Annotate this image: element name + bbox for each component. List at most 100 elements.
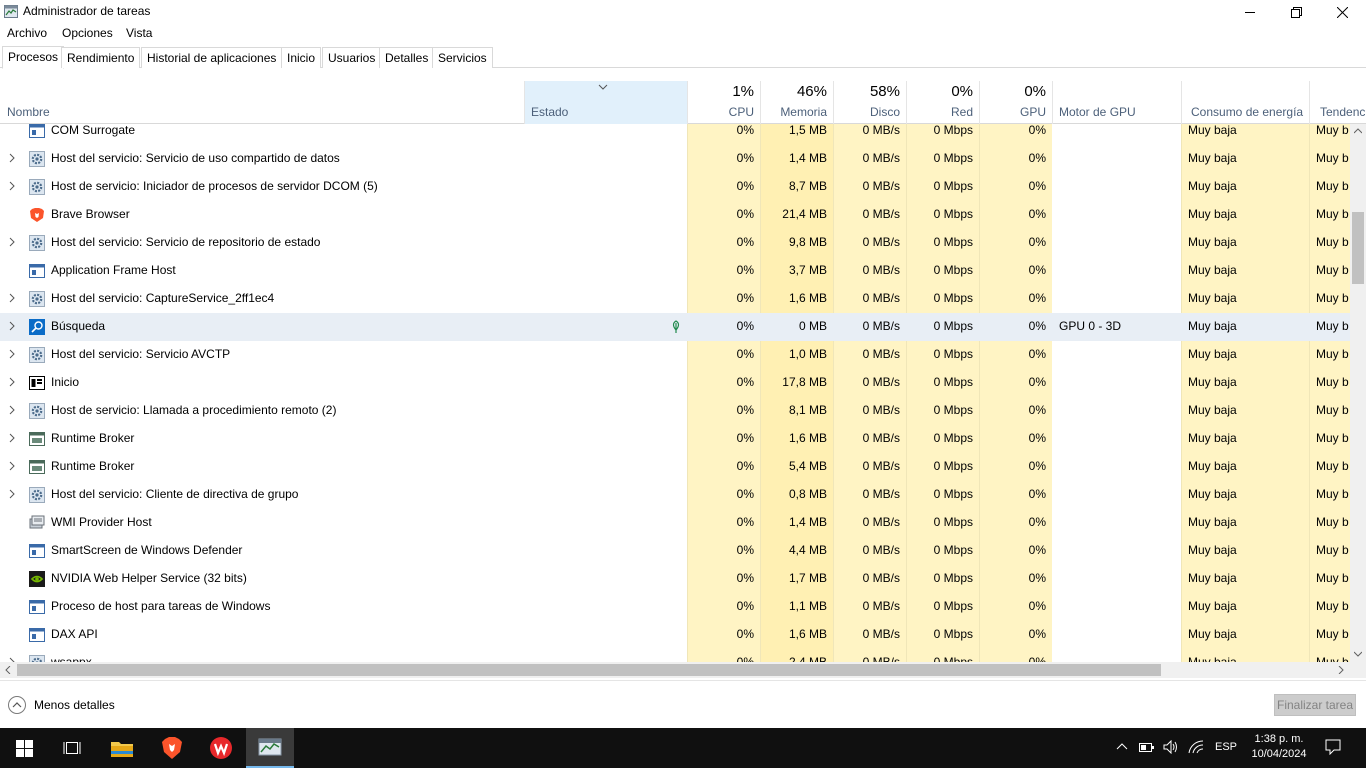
disk-value: 0 MB/s	[862, 319, 900, 333]
process-name: Host de servicio: Llamada a procedimient…	[51, 403, 337, 417]
wps-office-icon[interactable]	[197, 728, 245, 768]
task-view-icon[interactable]	[48, 728, 96, 768]
process-name: Búsqueda	[51, 319, 106, 333]
minimize-button[interactable]	[1227, 0, 1273, 24]
tab-historial[interactable]: Historial de aplicaciones	[141, 47, 283, 68]
tab-usuarios[interactable]: Usuarios	[322, 47, 382, 68]
tab-procesos[interactable]: Procesos	[2, 46, 65, 69]
scroll-right-icon[interactable]	[1338, 666, 1344, 674]
table-row[interactable]: Host del servicio: Cliente de directiva …	[0, 481, 1350, 509]
table-row[interactable]: COM Surrogate 0% 1,5 MB 0 MB/s 0 Mbps 0% Muy b…	[0, 124, 1350, 145]
table-row[interactable]: Brave Browser 0% 21,4 MB 0 MB/s 0 Mbps 0% Muy …	[0, 201, 1350, 229]
vertical-scrollbar[interactable]	[1350, 124, 1366, 662]
table-row[interactable]: WMI Provider Host 0% 1,4 MB 0 MB/s 0 Mbps 0% M…	[0, 509, 1350, 537]
tab-detalles[interactable]: Detalles	[379, 47, 435, 68]
header-cpu[interactable]: 1% CPU	[687, 81, 760, 124]
menu-opciones[interactable]: Opciones	[62, 26, 113, 40]
gpu-value: 0%	[1028, 291, 1046, 305]
header-tendencia[interactable]: Tendencia	[1309, 81, 1366, 124]
input-language-indicator[interactable]: ESP	[1215, 741, 1237, 753]
vertical-scroll-thumb[interactable]	[1352, 212, 1364, 284]
tab-rendimiento[interactable]: Rendimiento	[61, 47, 141, 68]
table-row[interactable]: Inicio 0% 17,8 MB 0 MB/s 0 Mbps 0% Muy baja Muy…	[0, 369, 1350, 397]
gear-icon	[29, 151, 45, 167]
windows-start-icon[interactable]	[0, 728, 48, 768]
network-value: 0 Mbps	[933, 375, 973, 389]
horizontal-scroll-thumb[interactable]	[17, 664, 1161, 676]
header-disco[interactable]: 58% Disco	[833, 81, 906, 124]
table-row[interactable]: SmartScreen de Windows Defender 0% 4,4 MB 0…	[0, 537, 1350, 565]
power-trend-value: Muy b	[1316, 235, 1349, 249]
scroll-left-icon[interactable]	[5, 666, 11, 674]
wmi-icon	[29, 515, 45, 531]
header-memoria[interactable]: 46% Memoria	[760, 81, 833, 124]
header-consumo[interactable]: Consumo de energía	[1181, 81, 1309, 124]
brave-taskbar-icon[interactable]	[148, 728, 196, 768]
power-usage-value: Muy baja	[1188, 375, 1237, 389]
table-row[interactable]: wsappx 0% 2,4 MB 0 MB/s 0 Mbps 0% Muy baja Muy …	[0, 649, 1350, 662]
header-nombre[interactable]: Nombre	[0, 81, 524, 124]
power-usage-value: Muy baja	[1188, 291, 1237, 305]
expand-chevron-icon[interactable]	[8, 237, 16, 247]
table-row[interactable]: Host del servicio: Servicio de repositor…	[0, 229, 1350, 257]
less-details-button[interactable]: Menos detalles	[7, 695, 115, 715]
end-task-button[interactable]: Finalizar tarea	[1274, 694, 1356, 716]
header-estado[interactable]: Estado	[524, 81, 687, 124]
table-row[interactable]: Runtime Broker 0% 5,4 MB 0 MB/s 0 Mbps 0% Muy …	[0, 453, 1350, 481]
header-red[interactable]: 0% Red	[906, 81, 979, 124]
process-name: COM Surrogate	[51, 124, 136, 137]
power-trend-value: Muy b	[1316, 151, 1349, 165]
volume-icon[interactable]	[1163, 740, 1179, 754]
horizontal-scrollbar[interactable]	[0, 662, 1350, 678]
expand-chevron-icon[interactable]	[8, 461, 16, 471]
expand-chevron-icon[interactable]	[8, 489, 16, 499]
restore-button[interactable]	[1273, 0, 1319, 24]
expand-chevron-icon[interactable]	[8, 349, 16, 359]
menu-vista[interactable]: Vista	[126, 26, 152, 40]
wifi-icon[interactable]	[1188, 740, 1204, 754]
close-button[interactable]	[1319, 0, 1365, 24]
cpu-value: 0%	[736, 124, 754, 137]
task-manager-taskbar-icon[interactable]	[246, 728, 294, 768]
scroll-down-icon[interactable]	[1354, 651, 1362, 657]
table-row[interactable]: Host del servicio: Servicio AVCTP 0% 1,0 M…	[0, 341, 1350, 369]
table-row[interactable]: Host de servicio: Llamada a procedimient…	[0, 397, 1350, 425]
notifications-icon[interactable]	[1325, 739, 1341, 755]
header-motor-gpu[interactable]: Motor de GPU	[1052, 81, 1181, 124]
brave-icon	[29, 207, 45, 223]
table-row[interactable]: Application Frame Host 0% 3,7 MB 0 MB/s 0 Mb…	[0, 257, 1350, 285]
power-trend-value: Muy b	[1316, 543, 1349, 557]
table-row[interactable]: Host del servicio: Servicio de uso compa…	[0, 145, 1350, 173]
expand-chevron-icon[interactable]	[8, 153, 16, 163]
header-gpu[interactable]: 0% GPU	[979, 81, 1052, 124]
scroll-up-icon[interactable]	[1354, 128, 1362, 134]
expand-chevron-icon[interactable]	[8, 433, 16, 443]
show-hidden-icons-icon[interactable]	[1116, 742, 1128, 750]
file-explorer-icon[interactable]	[98, 728, 146, 768]
menu-archivo[interactable]: Archivo	[7, 26, 47, 40]
header-mem-label: Memoria	[780, 105, 827, 119]
table-row[interactable]: Búsqueda 0% 0 MB 0 MB/s 0 Mbps 0% GPU 0 - 3D Mu…	[0, 313, 1350, 341]
table-row[interactable]: DAX API 0% 1,6 MB 0 MB/s 0 Mbps 0% Muy baja Muy…	[0, 621, 1350, 649]
network-value: 0 Mbps	[933, 319, 973, 333]
process-name: NVIDIA Web Helper Service (32 bits)	[51, 571, 247, 585]
expand-chevron-icon[interactable]	[8, 181, 16, 191]
gear-icon	[29, 487, 45, 503]
memory-value: 1,6 MB	[788, 291, 827, 305]
expand-chevron-icon[interactable]	[8, 293, 16, 303]
expand-chevron-icon[interactable]	[8, 321, 16, 331]
task-manager-app-icon	[4, 5, 18, 18]
tab-inicio[interactable]: Inicio	[281, 47, 322, 68]
tab-servicios[interactable]: Servicios	[432, 47, 493, 68]
table-row[interactable]: Host de servicio: Iniciador de procesos …	[0, 173, 1350, 201]
expand-chevron-icon[interactable]	[8, 377, 16, 387]
disk-value: 0 MB/s	[862, 459, 900, 473]
table-row[interactable]: Host del servicio: CaptureService_2ff1ec…	[0, 285, 1350, 313]
table-row[interactable]: Runtime Broker 0% 1,6 MB 0 MB/s 0 Mbps 0% Muy …	[0, 425, 1350, 453]
battery-icon[interactable]	[1139, 741, 1155, 753]
memory-value: 1,0 MB	[788, 347, 827, 361]
table-row[interactable]: NVIDIA Web Helper Service (32 bits) 0% 1,7…	[0, 565, 1350, 593]
clock[interactable]: 1:38 p. m. 10/04/2024	[1247, 732, 1311, 762]
table-row[interactable]: Proceso de host para tareas de Windows 0%…	[0, 593, 1350, 621]
expand-chevron-icon[interactable]	[8, 405, 16, 415]
